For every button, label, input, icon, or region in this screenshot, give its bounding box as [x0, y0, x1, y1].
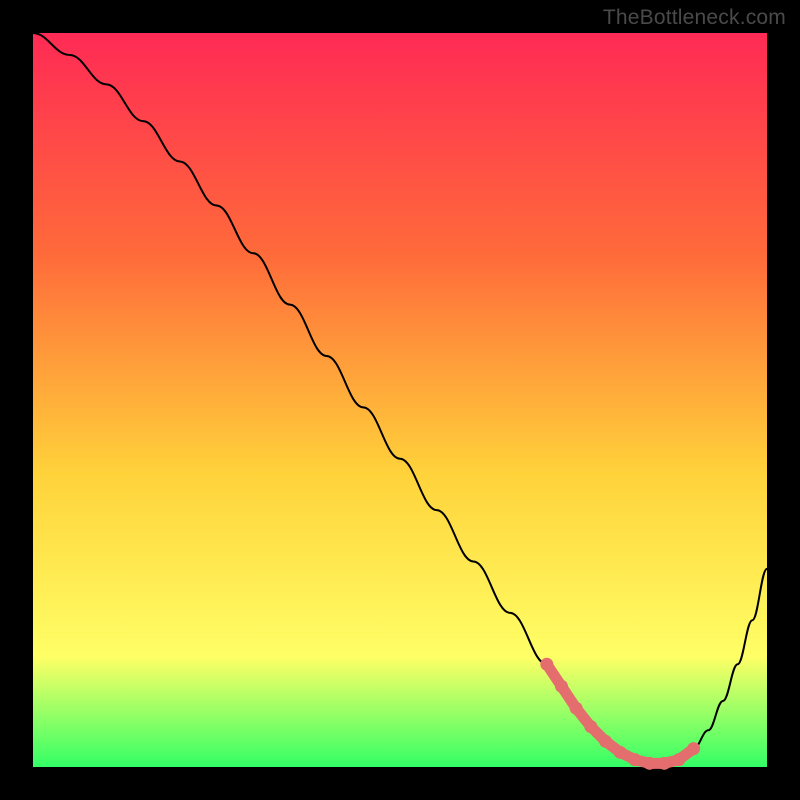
highlight-dot: [614, 746, 627, 759]
highlight-dot: [643, 757, 656, 770]
bottleneck-curve-chart: [0, 0, 800, 800]
highlight-dot: [628, 753, 641, 766]
highlight-dot: [584, 720, 597, 733]
chart-frame: TheBottleneck.com: [0, 0, 800, 800]
highlight-dot: [687, 742, 700, 755]
highlight-dot: [540, 658, 553, 671]
plot-background: [33, 33, 767, 767]
watermark-text: TheBottleneck.com: [603, 6, 786, 30]
highlight-dot: [599, 735, 612, 748]
highlight-dot: [555, 680, 568, 693]
highlight-dot: [658, 757, 671, 770]
highlight-dot: [672, 753, 685, 766]
highlight-dot: [570, 702, 583, 715]
